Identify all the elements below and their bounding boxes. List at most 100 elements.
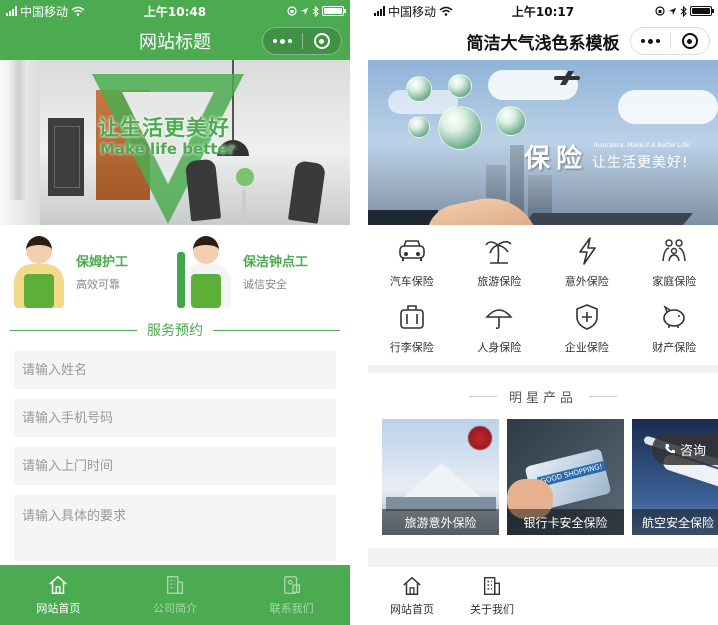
category-label: 企业保险 [564,341,609,354]
product-caption: 航空安全保险 [632,509,718,535]
service-title: 保姆护工 [76,254,129,270]
contact-icon [283,576,300,594]
tab-label: 网站首页 [390,603,434,616]
target-circle-icon [681,33,698,49]
signal-icon [6,6,17,16]
category-label: 财产保险 [652,341,697,354]
banner-tagline: 让生活更美好! [592,155,689,171]
bluetooth-icon [680,5,687,17]
category-grid: 汽车保险 旅游保险 意外保险 家庭保险 行李保险 人身保险 企业保险 财产保险 [368,225,718,365]
cloud-decoration [618,90,718,124]
tab-label: 关于我们 [470,603,514,616]
phone-input[interactable] [14,399,336,437]
tab-home[interactable]: 网站首页 [372,567,452,625]
close-miniprogram-button[interactable] [303,28,342,54]
consult-button[interactable]: 咨询 [652,433,718,465]
banner-slogan: 让生活更美好 [98,116,230,140]
service-item-cleaning[interactable]: 保洁钟点工 诚信安全 [175,232,342,310]
cabinet-decoration [48,118,84,196]
battery-icon [321,6,346,16]
tab-contact[interactable]: 联系我们 [233,565,350,625]
tab-label: 公司简介 [153,602,197,615]
chair-decoration [287,160,327,224]
star-products-section: 明星产品 旅游意外保险 GOOD SHOPPING! 银行卡安全保险 航空安全保… [368,373,718,548]
home-icon [49,575,68,594]
banner-tagline-english: Insurance, Make It A Better Life! [594,142,692,149]
nav-bar: 网站标题 [0,22,350,60]
category-label: 人身保险 [477,341,522,354]
miniprogram-capsule [630,27,710,55]
more-button[interactable] [263,28,302,54]
tab-company[interactable]: 公司简介 [117,565,234,625]
category-accident[interactable]: 意外保险 [543,237,631,289]
section-title: 服务预约 [147,323,203,339]
section-title: 明星产品 [508,390,577,406]
lock-rotation-icon [287,6,297,16]
palm-tree-icon [485,240,512,264]
umbrella-icon [485,309,513,330]
location-icon [300,7,309,15]
tab-about[interactable]: 关于我们 [452,567,532,625]
consult-label: 咨询 [679,443,706,459]
chair-decoration [184,158,222,222]
bubble-decoration [408,116,430,138]
service-title: 保洁钟点工 [243,254,309,270]
category-family[interactable]: 家庭保险 [631,237,718,289]
category-luggage[interactable]: 行李保险 [368,303,456,355]
road-decoration [522,213,694,225]
carrier-label: 中国移动 [20,4,69,19]
service-list: 保姆护工 高效可靠 保洁钟点工 诚信安全 [0,225,350,317]
category-car[interactable]: 汽车保险 [368,237,456,289]
product-caption: 银行卡安全保险 [507,509,624,535]
piggy-bank-icon [663,305,686,328]
close-miniprogram-button[interactable] [671,28,710,54]
lock-rotation-icon [655,6,665,16]
hero-banner[interactable]: 让生活更美好 Make life better [0,60,350,225]
service-item-nanny[interactable]: 保姆护工 高效可靠 [8,232,175,310]
category-label: 行李保险 [389,341,434,354]
battery-icon [689,6,714,16]
product-card-travel[interactable]: 旅游意外保险 [382,419,499,535]
tab-home[interactable]: 网站首页 [0,565,117,625]
requirements-textarea[interactable] [14,495,336,561]
signal-icon [374,6,385,16]
hero-banner[interactable]: 保险 Insurance, Make It A Better Life! 让生活… [368,60,718,225]
bluetooth-icon [312,5,319,17]
wifi-icon [71,6,85,16]
lightning-icon [578,237,596,265]
nav-bar: 简洁大气浅色系模板 [368,22,718,60]
section-line [468,395,497,397]
carrier-label: 中国移动 [388,4,437,19]
curtain-decoration [10,60,28,200]
cleaner-photo [175,232,237,310]
status-bar: 中国移动 上午10:48 [0,0,350,22]
building-icon [166,576,184,594]
section-header: 服务预约 [0,317,350,343]
screen-divider [350,0,368,625]
table-leg-decoration [242,190,246,220]
banner-slogan-english: Make life better [100,140,236,158]
name-input[interactable] [14,351,336,389]
section-line [589,395,617,397]
blossom-decoration [467,425,493,451]
category-travel[interactable]: 旅游保险 [456,237,544,289]
section-line [213,329,340,331]
tab-label: 网站首页 [36,602,81,615]
booking-form [0,343,350,561]
category-property[interactable]: 财产保险 [631,303,718,355]
plant-decoration [236,168,254,186]
car-icon [398,240,425,261]
more-button[interactable] [631,28,670,54]
page-title: 简洁大气浅色系模板 [466,33,620,54]
left-app-screen: 中国移动 上午10:48 网站标题 让生活更美好 Make life bette… [0,0,350,625]
product-card-bankcard[interactable]: GOOD SHOPPING! 银行卡安全保险 [507,419,624,535]
visit-time-input[interactable] [14,447,336,485]
phone-icon [665,444,675,454]
category-label: 意外保险 [564,275,609,288]
home-icon [403,576,421,595]
target-circle-icon [313,33,330,49]
category-enterprise[interactable]: 企业保险 [543,303,631,355]
category-personal[interactable]: 人身保险 [456,303,544,355]
building-icon [483,577,501,595]
shield-icon [575,304,598,330]
